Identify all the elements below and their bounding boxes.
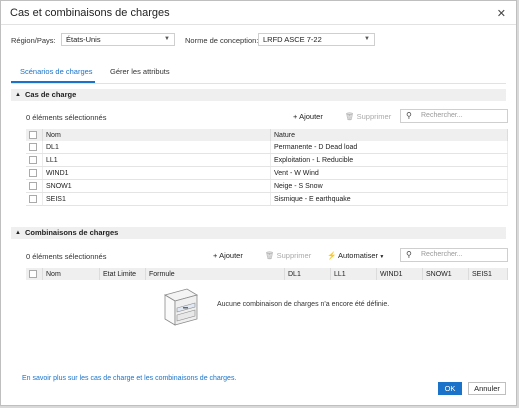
collapse-icon[interactable]: ▲ — [15, 89, 21, 101]
combinations-header[interactable]: ▲ Combinaisons de charges — [11, 227, 506, 239]
region-value: États-Unis — [66, 35, 101, 44]
load-cases-count: 0 éléments sélectionnés — [26, 113, 107, 122]
region-label: Région/Pays: — [11, 36, 56, 45]
load-cases-title: Cas de charge — [25, 90, 77, 99]
column-header-formula[interactable]: Formule — [145, 268, 285, 280]
chevron-down-icon: ▼ — [164, 36, 170, 42]
select-all-checkbox[interactable] — [26, 268, 43, 280]
lightning-icon: ⚡ — [327, 251, 339, 260]
delete-combination-button[interactable]: 🗑 Supprimer — [265, 251, 311, 260]
tab-divider — [11, 83, 506, 84]
column-header-wind1[interactable]: WIND1 — [376, 268, 423, 280]
row-checkbox[interactable] — [26, 141, 43, 154]
combinations-table: Nom Etat Limite Formule DL1 LL1 WIND1 SN… — [26, 268, 508, 280]
combinations-title: Combinaisons de charges — [25, 228, 119, 237]
automate-button[interactable]: ⚡ Automatiser ▼ — [327, 251, 384, 260]
load-cases-table: Nom Nature DL1 Permanente - D Dead load L… — [26, 129, 508, 206]
tab-manage-attributes[interactable]: Gérer les attributs — [110, 67, 170, 76]
chevron-down-icon: ▼ — [378, 254, 385, 260]
region-select[interactable]: États-Unis ▼ — [61, 33, 175, 46]
column-header-name[interactable]: Nom — [42, 129, 271, 141]
combinations-search-input[interactable]: ⚲ Rechercher... — [400, 248, 508, 262]
column-header-limit-state[interactable]: Etat Limite — [99, 268, 146, 280]
column-header-nature[interactable]: Nature — [270, 129, 508, 141]
search-placeholder: Rechercher... — [421, 112, 463, 119]
cancel-button[interactable]: Annuler — [468, 382, 506, 395]
column-header-ll1[interactable]: LL1 — [330, 268, 377, 280]
load-cases-search-input[interactable]: ⚲ Rechercher... — [400, 109, 508, 123]
title-divider — [1, 24, 516, 25]
load-cases-dialog: Cas et combinaisons de charges ✕ Région/… — [0, 0, 517, 406]
row-checkbox[interactable] — [26, 153, 43, 167]
chevron-down-icon: ▼ — [364, 36, 370, 42]
add-load-case-button[interactable]: + Ajouter — [293, 112, 323, 121]
table-row[interactable]: SEIS1 Sismique - E earthquake — [26, 192, 508, 206]
row-checkbox[interactable] — [26, 192, 43, 206]
norm-value: LRFD ASCE 7-22 — [263, 35, 322, 44]
tab-load-scenarios[interactable]: Scénarios de charges — [20, 67, 93, 76]
trash-icon: 🗑 — [345, 112, 357, 121]
row-checkbox[interactable] — [26, 179, 43, 193]
norm-select[interactable]: LRFD ASCE 7-22 ▼ — [258, 33, 375, 46]
ok-button[interactable]: OK — [438, 382, 462, 395]
column-header-snow1[interactable]: SNOW1 — [422, 268, 469, 280]
search-placeholder: Rechercher... — [421, 251, 463, 258]
column-header-dl1[interactable]: DL1 — [284, 268, 331, 280]
delete-load-case-button[interactable]: 🗑 Supprimer — [345, 112, 391, 121]
empty-state-message: Aucune combinaison de charges n'a encore… — [217, 301, 390, 308]
trash-icon: 🗑 — [265, 251, 277, 260]
file-cabinet-icon — [163, 288, 199, 326]
table-row[interactable]: SNOW1 Neige - S Snow — [26, 179, 508, 193]
dialog-title: Cas et combinaisons de charges — [10, 7, 170, 19]
table-row[interactable]: WIND1 Vent - W Wind — [26, 166, 508, 180]
row-checkbox[interactable] — [26, 166, 43, 180]
search-icon: ⚲ — [406, 111, 412, 120]
combinations-count: 0 éléments sélectionnés — [26, 252, 107, 261]
add-combination-button[interactable]: + Ajouter — [213, 251, 243, 260]
load-cases-header[interactable]: ▲ Cas de charge — [11, 89, 506, 101]
norm-label: Norme de conception: — [185, 36, 259, 45]
select-all-checkbox[interactable] — [26, 129, 43, 141]
table-row[interactable]: DL1 Permanente - D Dead load — [26, 141, 508, 154]
column-header-name[interactable]: Nom — [42, 268, 100, 280]
column-header-seis1[interactable]: SEIS1 — [468, 268, 508, 280]
close-icon[interactable]: ✕ — [497, 7, 506, 20]
table-row[interactable]: LL1 Exploitation - L Reducible — [26, 153, 508, 167]
search-icon: ⚲ — [406, 250, 412, 259]
help-link[interactable]: En savoir plus sur les cas de charge et … — [22, 375, 236, 382]
collapse-icon[interactable]: ▲ — [15, 227, 21, 239]
